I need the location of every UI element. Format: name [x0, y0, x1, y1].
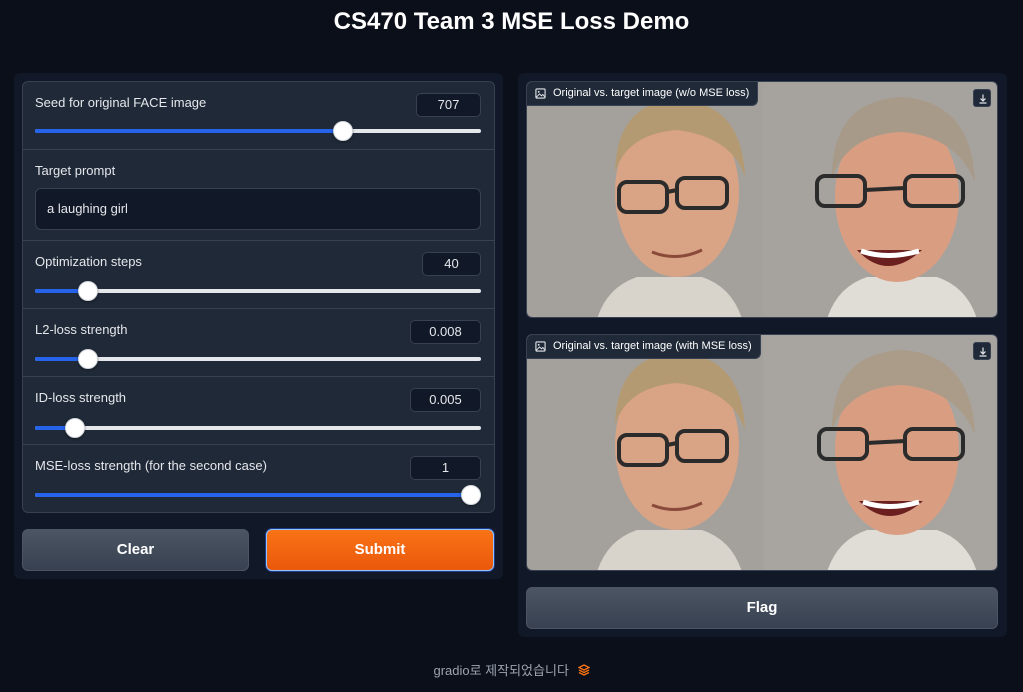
seed-number-input[interactable]: 707 — [416, 93, 481, 117]
prompt-block: Target prompt a laughing girl — [23, 150, 494, 241]
prompt-textbox[interactable]: a laughing girl — [35, 188, 481, 230]
id-label: ID-loss strength — [35, 390, 127, 405]
l2-block: L2-loss strength 0.008 — [23, 309, 494, 377]
mse-block: MSE-loss strength (for the second case) … — [23, 445, 494, 512]
image-label: Original vs. target image (w/o MSE loss) — [527, 82, 759, 106]
steps-slider[interactable] — [35, 281, 481, 301]
download-button[interactable] — [973, 89, 991, 107]
mse-slider-thumb[interactable] — [461, 485, 481, 505]
seed-slider-thumb[interactable] — [333, 121, 354, 141]
steps-label: Optimization steps — [35, 254, 142, 269]
id-slider[interactable] — [35, 418, 481, 438]
l2-label: L2-loss strength — [35, 322, 128, 337]
gradio-logo-icon — [577, 664, 590, 676]
id-block: ID-loss strength 0.005 — [23, 377, 494, 445]
output-image-without-mse: Original vs. target image (w/o MSE loss) — [526, 81, 998, 318]
download-icon — [979, 94, 987, 104]
mse-slider[interactable] — [35, 485, 481, 505]
steps-slider-thumb[interactable] — [77, 281, 98, 301]
id-slider-thumb[interactable] — [64, 418, 85, 438]
download-button[interactable] — [973, 342, 991, 360]
output-column: Original vs. target image (w/o MSE loss) — [518, 73, 1007, 637]
face-comparison-image — [527, 335, 997, 570]
download-icon — [979, 347, 987, 357]
l2-slider[interactable] — [35, 349, 481, 369]
clear-button[interactable]: Clear — [22, 529, 249, 571]
face-comparison-image — [527, 82, 997, 317]
footer: gradio로 제작되었습니다 — [0, 660, 1023, 679]
input-form: Seed for original FACE image 707 Target … — [22, 81, 495, 513]
seed-slider[interactable] — [35, 121, 481, 141]
seed-block: Seed for original FACE image 707 — [23, 82, 494, 150]
id-number-input[interactable]: 0.005 — [410, 388, 481, 412]
image-label-text: Original vs. target image (w/o MSE loss) — [553, 87, 750, 99]
image-icon — [535, 88, 546, 99]
image-label-text: Original vs. target image (with MSE loss… — [553, 340, 752, 352]
input-column: Seed for original FACE image 707 Target … — [14, 73, 503, 579]
l2-number-input[interactable]: 0.008 — [410, 320, 481, 344]
flag-button[interactable]: Flag — [526, 587, 998, 629]
steps-block: Optimization steps 40 — [23, 241, 494, 309]
output-image-with-mse: Original vs. target image (with MSE loss… — [526, 334, 998, 571]
prompt-label: Target prompt — [35, 163, 116, 178]
image-label: Original vs. target image (with MSE loss… — [527, 335, 761, 359]
mse-label: MSE-loss strength (for the second case) — [35, 458, 267, 473]
image-icon — [535, 341, 546, 352]
submit-button[interactable]: Submit — [266, 529, 494, 571]
l2-slider-thumb[interactable] — [77, 349, 98, 369]
steps-number-input[interactable]: 40 — [422, 252, 481, 276]
mse-number-input[interactable]: 1 — [410, 456, 481, 480]
footer-text[interactable]: gradio로 제작되었습니다 — [433, 663, 568, 678]
page-title: CS470 Team 3 MSE Loss Demo — [333, 8, 690, 35]
seed-label: Seed for original FACE image — [35, 95, 207, 110]
